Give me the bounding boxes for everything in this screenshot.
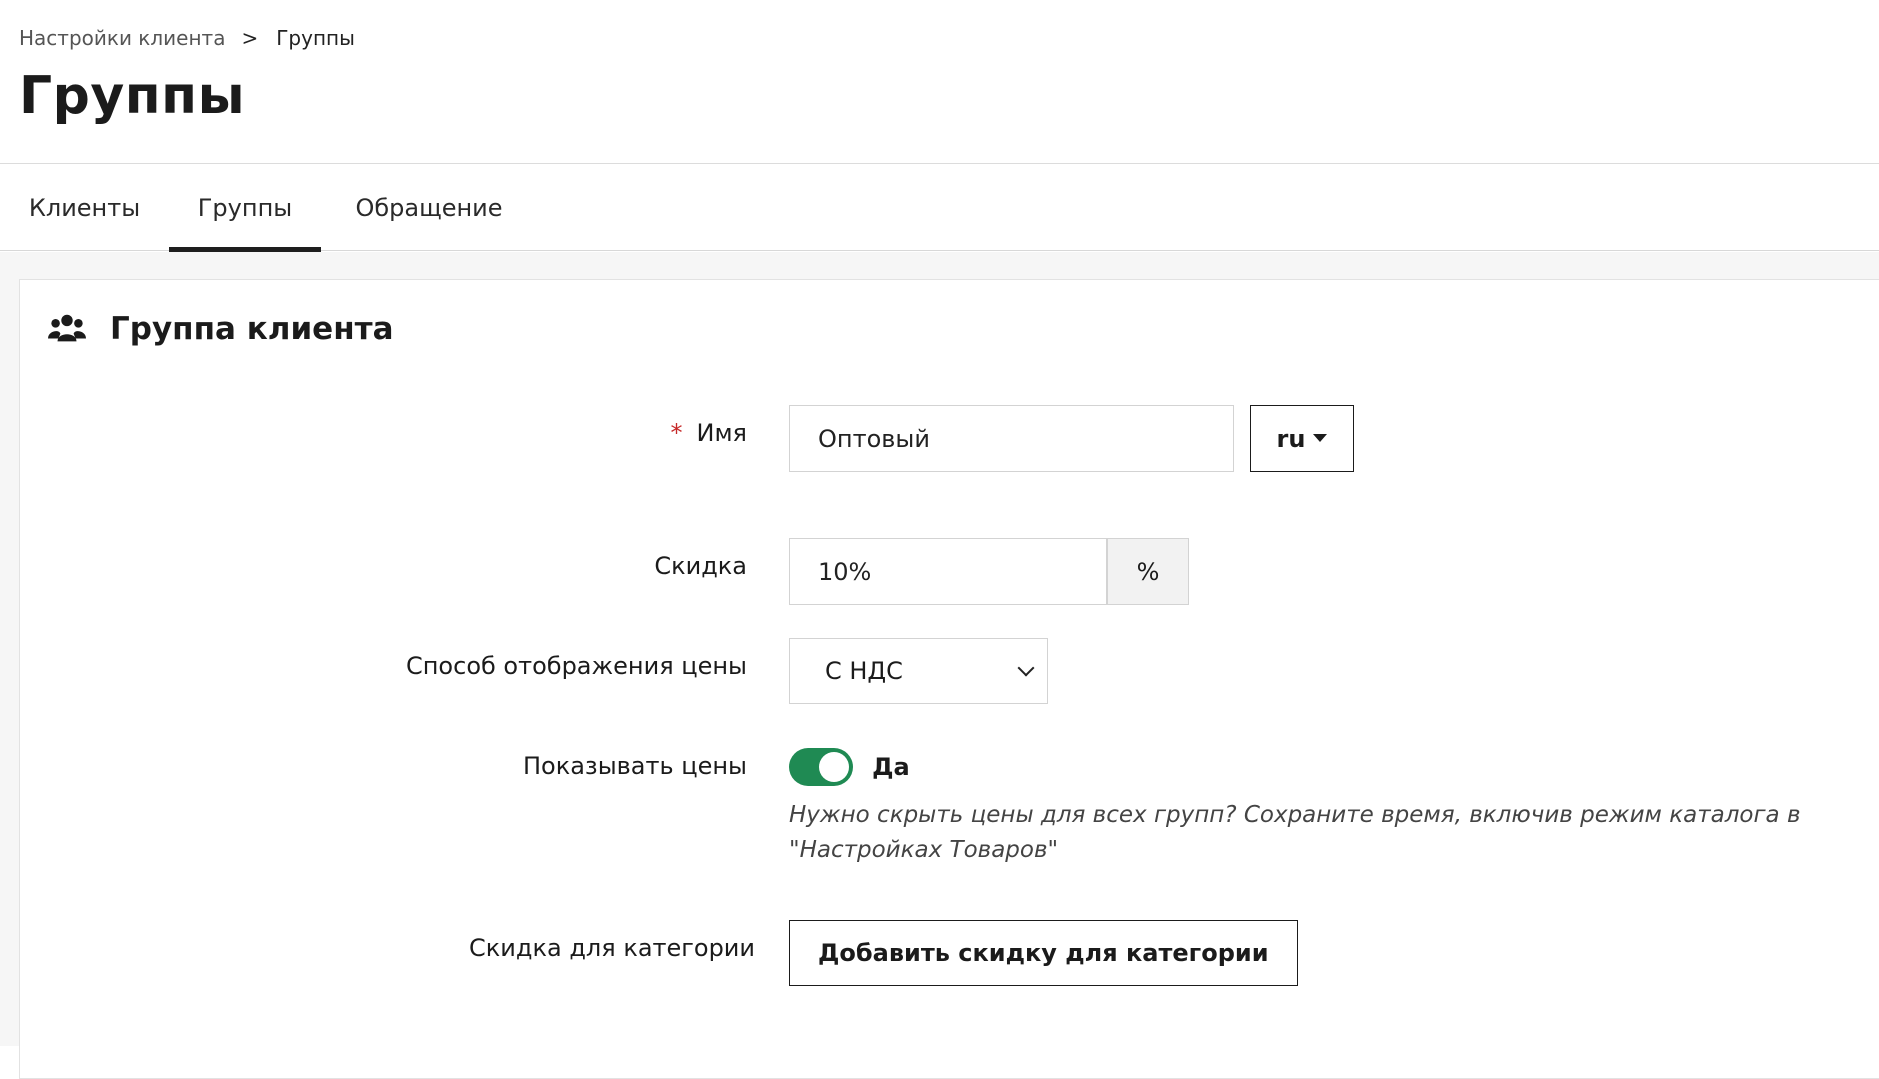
page-header: Настройки клиента > Группы Группы [0, 0, 1879, 164]
page-title: Группы [19, 66, 246, 126]
tab-requests[interactable]: Обращение [321, 164, 537, 251]
percent-addon: % [1107, 538, 1189, 605]
breadcrumb: Настройки клиента > Группы [19, 0, 1860, 50]
show-prices-label: Показывать цены [523, 752, 747, 780]
card-header: Группа клиента [48, 310, 394, 348]
content-area: Группа клиента * Имя Оптовый ru Скидка 10… [0, 252, 1879, 1079]
name-label-text: Имя [696, 419, 748, 447]
price-display-label: Способ отображения цены [405, 652, 747, 680]
breadcrumb-separator: > [241, 26, 259, 50]
chevron-down-icon [1017, 659, 1035, 677]
required-marker: * [670, 419, 683, 447]
show-prices-toggle-wrap: Да [789, 748, 1879, 786]
price-display-select[interactable]: С НДС [789, 638, 1048, 704]
breadcrumb-current: Группы [276, 26, 355, 50]
discount-label: Скидка [654, 552, 747, 580]
language-dropdown[interactable]: ru [1250, 405, 1354, 472]
price-display-value: С НДС [825, 657, 903, 685]
card-title: Группа клиента [110, 311, 394, 347]
group-card: Группа клиента * Имя Оптовый ru Скидка 10… [19, 279, 1879, 1079]
name-label: * Имя [671, 419, 748, 447]
toggle-knob [819, 752, 849, 782]
category-discount-label: Скидка для категории [469, 934, 755, 962]
language-value: ru [1276, 424, 1306, 453]
discount-input[interactable]: 10% [789, 538, 1107, 605]
tab-groups[interactable]: Группы [169, 164, 321, 252]
caret-down-icon [1313, 433, 1328, 442]
add-category-discount-button[interactable]: Добавить скидку для категории [789, 920, 1298, 986]
tab-bar: Клиенты Группы Обращение [0, 164, 1879, 252]
breadcrumb-parent-link[interactable]: Настройки клиента [19, 26, 225, 50]
users-icon [48, 314, 86, 342]
catalog-mode-hint: Нужно скрыть цены для всех групп? Сохран… [789, 802, 1801, 863]
tab-clients[interactable]: Клиенты [0, 164, 169, 251]
show-prices-toggle[interactable] [789, 748, 853, 786]
name-input[interactable]: Оптовый [789, 405, 1234, 472]
toggle-state-label: Да [872, 753, 910, 781]
